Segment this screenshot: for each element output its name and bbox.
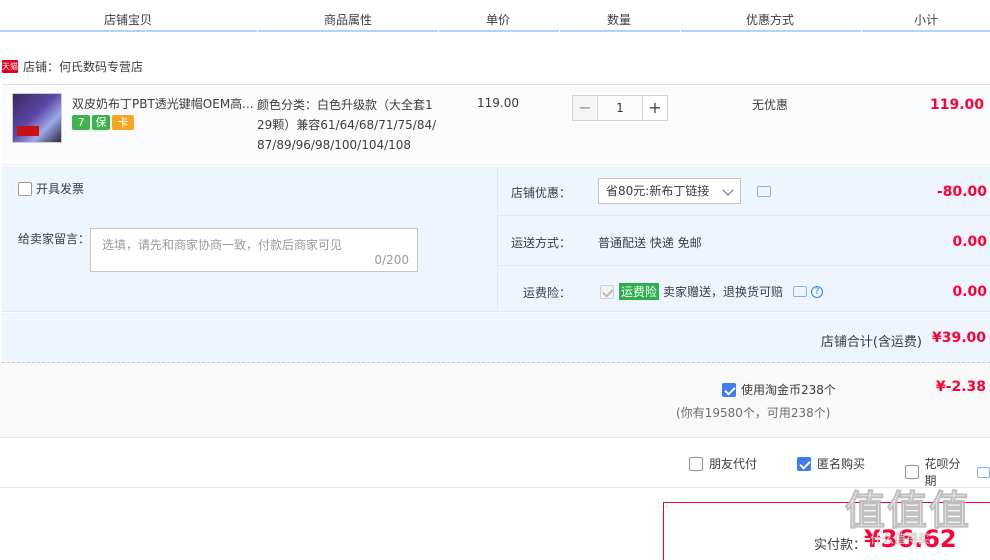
anonymous-buy-checkbox[interactable] bbox=[797, 456, 811, 471]
header-promo: 优惠方式 bbox=[746, 13, 795, 27]
header-qty: 数量 bbox=[607, 13, 632, 27]
coins-checkbox[interactable] bbox=[722, 382, 736, 397]
watermark-text: 什么值得买 bbox=[870, 532, 931, 547]
item-promo: 无优惠 bbox=[752, 98, 789, 112]
friend-pay-label: 朋友代付 bbox=[709, 457, 758, 471]
order-item-row: 双皮奶布丁PBT透光键帽OEM高... 7 保 卡 颜色分类：白色升级款（大全套… bbox=[2, 84, 990, 165]
header-item: 店铺宝贝 bbox=[104, 13, 153, 27]
anonymous-buy-option[interactable]: 匿名购买 bbox=[797, 455, 865, 472]
shipping-label: 运送方式： bbox=[510, 236, 571, 250]
shipping-row: 运送方式： 普通配送 快递 免邮 0.00 bbox=[498, 216, 990, 266]
help-icon[interactable]: ? bbox=[811, 285, 824, 298]
header-attr: 商品属性 bbox=[324, 13, 373, 27]
anonymous-buy-label: 匿名购买 bbox=[817, 457, 866, 471]
invoice-label: 开具发票 bbox=[36, 182, 85, 196]
shipping-amount: 0.00 bbox=[952, 234, 987, 250]
item-subtotal: 119.00 bbox=[929, 97, 984, 113]
insurance-text: 卖家赠送，退换货可赔 bbox=[663, 285, 784, 299]
store-discount-select[interactable]: 省80元:新布丁链接 bbox=[598, 178, 741, 204]
chevron-down-icon bbox=[722, 184, 734, 196]
order-options-panel: 开具发票 给卖家留言： 选填，请先和商家协商一致，付款后商家可见 0/200 店… bbox=[2, 166, 990, 312]
seven-day-return-icon[interactable]: 7 bbox=[72, 115, 90, 130]
payment-label: 实付款： bbox=[814, 538, 867, 553]
credit-card-icon[interactable]: 卡 bbox=[112, 115, 134, 130]
unit-price: 119.00 bbox=[477, 96, 519, 110]
service-badges: 7 保 卡 bbox=[72, 115, 134, 130]
shop-name-link[interactable]: 店铺：何氏数码专营店 bbox=[23, 58, 143, 75]
order-table-header: 店铺宝贝 商品属性 单价 数量 优惠方式 小计 bbox=[0, 0, 990, 32]
shipping-method: 普通配送 快递 免邮 bbox=[598, 236, 702, 250]
seller-message-input[interactable]: 选填，请先和商家协商一致，付款后商家可见 0/200 bbox=[90, 228, 418, 272]
insurance-tag: 运费险 bbox=[619, 283, 660, 300]
store-total-amount: ¥39.00 bbox=[931, 330, 986, 346]
header-price: 单价 bbox=[486, 13, 511, 27]
message-placeholder: 选填，请先和商家协商一致，付款后商家可见 bbox=[102, 238, 343, 252]
message-char-counter: 0/200 bbox=[374, 253, 409, 267]
store-discount-amount: -80.00 bbox=[936, 184, 987, 200]
coins-label: 使用淘金币238个 bbox=[741, 383, 836, 397]
product-title-link[interactable]: 双皮奶布丁PBT透光键帽OEM高... bbox=[72, 95, 257, 112]
insurance-label: 运费险： bbox=[522, 286, 571, 300]
quantity-input[interactable]: 1 bbox=[598, 95, 642, 121]
guarantee-icon[interactable]: 保 bbox=[92, 115, 110, 130]
insurance-checkbox bbox=[600, 285, 614, 299]
coins-option[interactable]: 使用淘金币238个 bbox=[722, 381, 836, 398]
insurance-info: 运费险 卖家赠送，退换货可赔 ? bbox=[619, 283, 824, 300]
chat-icon[interactable] bbox=[976, 466, 990, 478]
watermark-logo: 值值值 bbox=[845, 488, 971, 535]
coins-note: (你有19580个，可用238个) bbox=[676, 406, 831, 420]
product-thumbnail[interactable] bbox=[12, 93, 62, 143]
chat-icon[interactable] bbox=[793, 286, 808, 297]
invoice-checkbox[interactable] bbox=[18, 181, 32, 196]
chat-icon[interactable] bbox=[757, 186, 771, 197]
installment-checkbox[interactable] bbox=[905, 465, 919, 479]
store-discount-label: 店铺优惠： bbox=[510, 186, 571, 200]
quantity-decrease-button[interactable]: − bbox=[572, 95, 598, 121]
tmall-icon: 天猫 bbox=[2, 60, 18, 73]
taobao-coins-row: 使用淘金币238个 ¥-2.38 (你有19580个，可用238个) bbox=[0, 364, 990, 438]
store-discount-value: 省80元:新布丁链接 bbox=[606, 184, 710, 198]
friend-pay-option[interactable]: 朋友代付 bbox=[689, 455, 757, 472]
store-total-label: 店铺合计(含运费) bbox=[820, 335, 922, 350]
insurance-amount: 0.00 bbox=[952, 284, 987, 300]
shop-row: 天猫 店铺：何氏数码专营店 bbox=[0, 48, 990, 84]
fees-panel: 店铺优惠： 省80元:新布丁链接 -80.00 运送方式： 普通配送 快递 免邮… bbox=[497, 166, 990, 312]
purchase-options-row: 朋友代付 匿名购买 花呗分期 bbox=[0, 438, 990, 488]
message-label: 给卖家留言： bbox=[18, 232, 91, 246]
quantity-increase-button[interactable]: + bbox=[642, 95, 668, 121]
header-subtotal: 小计 bbox=[914, 13, 939, 27]
store-discount-row: 店铺优惠： 省80元:新布丁链接 -80.00 bbox=[498, 166, 990, 216]
product-attributes: 颜色分类：白色升级款（大全套129颗）兼容61/64/68/71/75/84/8… bbox=[257, 98, 437, 152]
coins-amount: ¥-2.38 bbox=[935, 379, 986, 395]
quantity-stepper: − 1 + bbox=[572, 95, 668, 121]
checkout-page: 店铺宝贝 商品属性 单价 数量 优惠方式 小计 天猫 店铺：何氏数码专营店 双皮… bbox=[0, 0, 990, 560]
insurance-row: 运费险： 运费险 卖家赠送，退换货可赔 ? 0.00 bbox=[498, 266, 990, 312]
store-total-row: 店铺合计(含运费) ¥39.00 bbox=[2, 313, 990, 363]
invoice-option[interactable]: 开具发票 bbox=[18, 180, 84, 197]
friend-pay-checkbox[interactable] bbox=[689, 456, 703, 471]
